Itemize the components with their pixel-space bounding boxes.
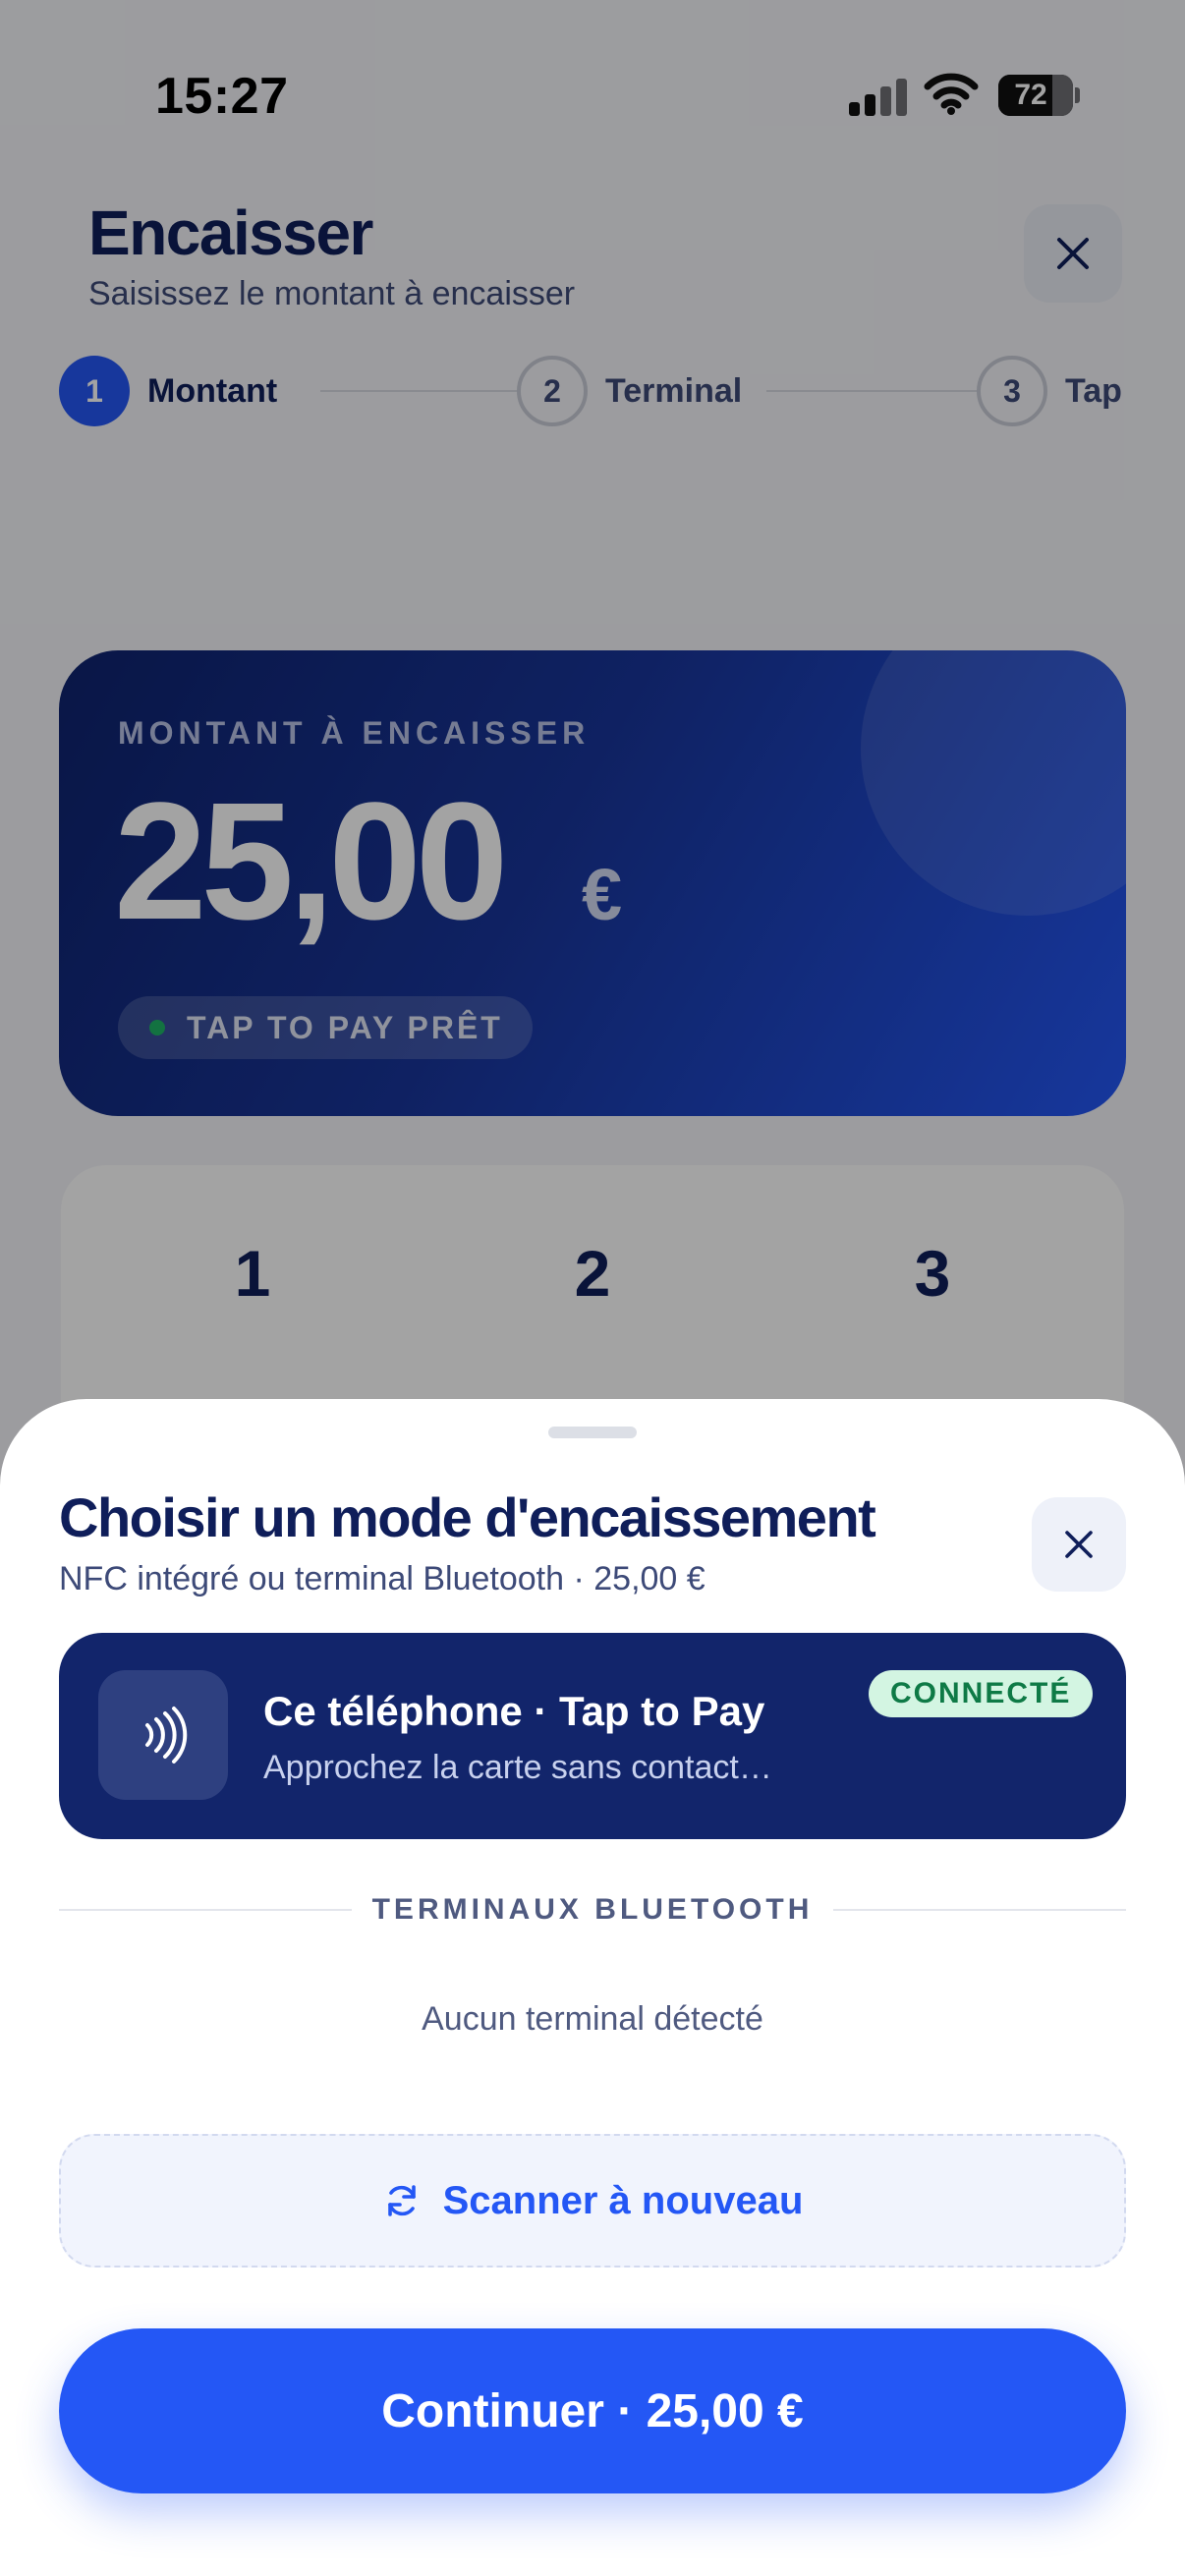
- close-icon: [1065, 1531, 1093, 1558]
- section-label: TERMINAUX BLUETOOTH: [371, 1893, 814, 1926]
- connected-badge: CONNECTÉ: [869, 1670, 1094, 1717]
- rescan-label: Scanner à nouveau: [442, 2178, 804, 2222]
- rescan-button[interactable]: Scanner à nouveau: [59, 2134, 1126, 2268]
- contactless-icon: [145, 1707, 188, 1764]
- bluetooth-section-divider: TERMINAUX BLUETOOTH: [59, 1888, 1126, 1932]
- continue-button[interactable]: Continuer · 25,00 €: [59, 2328, 1126, 2493]
- sheet-title: Choisir un mode d'encaissement: [59, 1486, 876, 1548]
- contactless-icon-box: [98, 1670, 228, 1800]
- sheet-close-button[interactable]: [1032, 1497, 1126, 1592]
- tap-to-pay-title: Ce téléphone · Tap to Pay: [263, 1688, 765, 1734]
- refresh-icon: [387, 2185, 416, 2216]
- payment-mode-sheet: Choisir un mode d'encaissement NFC intég…: [0, 1399, 1185, 2576]
- tap-to-pay-option[interactable]: Ce téléphone · Tap to Pay Approchez la c…: [59, 1633, 1126, 1839]
- sheet-subtitle: NFC intégré ou terminal Bluetooth · 25,0…: [59, 1560, 705, 1597]
- empty-terminal-message: Aucun terminal détecté: [422, 2000, 763, 2038]
- sheet-grabber[interactable]: [548, 1427, 637, 1438]
- continue-label: Continuer · 25,00 €: [381, 2384, 804, 2437]
- tap-to-pay-subtitle: Approchez la carte sans contact…: [263, 1749, 772, 1786]
